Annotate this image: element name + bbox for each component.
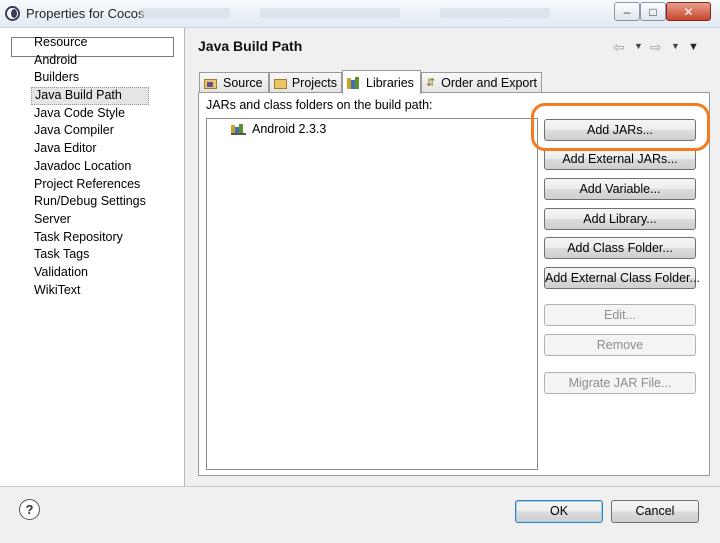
add-external-jars-button[interactable]: Add External JARs... <box>544 148 696 170</box>
library-tree[interactable]: Android 2.3.3 <box>206 118 538 470</box>
forward-arrow-icon[interactable]: ⇨ <box>650 39 662 56</box>
tab-libraries-label: Libraries <box>366 75 414 90</box>
back-arrow-icon[interactable]: ⇦ <box>613 39 625 56</box>
tree-item-android[interactable]: Android 2.3.3 <box>231 122 326 136</box>
nav-item-android[interactable]: Android <box>31 52 149 70</box>
help-icon[interactable]: ? <box>19 499 40 520</box>
ok-button[interactable]: OK <box>515 500 603 523</box>
nav-item-java-compiler[interactable]: Java Compiler <box>31 122 149 140</box>
minimize-button[interactable]: – <box>614 2 640 21</box>
tab-projects-label: Projects <box>291 76 337 90</box>
window-title: Properties for Cocos <box>26 6 145 21</box>
background-window-ghost <box>140 8 230 18</box>
add-jars-button[interactable]: Add JARs... <box>544 119 696 141</box>
nav-item-validation[interactable]: Validation <box>31 264 149 282</box>
nav-item-run-debug-settings[interactable]: Run/Debug Settings <box>31 193 149 211</box>
order-export-icon: ⇵ <box>426 77 436 89</box>
nav-item-java-editor[interactable]: Java Editor <box>31 140 149 158</box>
back-history-dropdown-icon[interactable]: ▼ <box>634 41 643 51</box>
nav-item-java-build-path[interactable]: Java Build Path <box>31 87 149 105</box>
nav-item-javadoc-location[interactable]: Javadoc Location <box>31 158 149 176</box>
minimize-icon: – <box>623 4 631 19</box>
tab-order-export-label: Order and Export <box>441 76 537 90</box>
project-folder-icon <box>274 77 287 89</box>
add-class-folder-button[interactable]: Add Class Folder... <box>544 237 696 259</box>
nav-item-java-code-style[interactable]: Java Code Style <box>31 105 149 123</box>
add-library-button[interactable]: Add Library... <box>544 208 696 230</box>
background-window-ghost <box>440 8 550 18</box>
nav-item-server[interactable]: Server <box>31 211 149 229</box>
library-icon <box>347 76 361 89</box>
close-button[interactable]: ✕ <box>666 2 711 21</box>
migrate-jar-button[interactable]: Migrate JAR File... <box>544 372 696 394</box>
tab-source[interactable]: Source <box>199 72 269 93</box>
maximize-button[interactable]: □ <box>640 2 666 21</box>
nav-item-project-references[interactable]: Project References <box>31 176 149 194</box>
tab-order-export[interactable]: ⇵ Order and Export <box>421 72 542 93</box>
view-menu-icon[interactable]: ▼ <box>688 41 699 53</box>
cancel-button[interactable]: Cancel <box>611 500 699 523</box>
library-icon <box>231 123 248 135</box>
title-bar: Properties for Cocos – □ ✕ <box>0 0 720 28</box>
nav-item-resource[interactable]: Resource <box>31 34 149 52</box>
tab-libraries[interactable]: Libraries <box>342 70 421 94</box>
build-path-label: JARs and class folders on the build path… <box>206 98 433 112</box>
tab-source-label: Source <box>223 76 263 90</box>
add-variable-button[interactable]: Add Variable... <box>544 178 696 200</box>
forward-history-dropdown-icon[interactable]: ▼ <box>671 41 680 51</box>
add-external-class-folder-button[interactable]: Add External Class Folder... <box>544 267 700 289</box>
background-window-ghost <box>260 8 400 18</box>
nav-item-wikitext[interactable]: WikiText <box>31 282 149 300</box>
bottom-divider <box>0 486 720 487</box>
eclipse-icon <box>5 6 20 21</box>
source-folder-icon <box>204 77 218 89</box>
edit-button[interactable]: Edit... <box>544 304 696 326</box>
page-title: Java Build Path <box>198 38 303 54</box>
close-icon: ✕ <box>683 4 694 19</box>
nav-item-task-repository[interactable]: Task Repository <box>31 229 149 247</box>
remove-button[interactable]: Remove <box>544 334 696 356</box>
tree-item-label: Android 2.3.3 <box>252 122 327 136</box>
tab-projects[interactable]: Projects <box>269 72 342 93</box>
nav-item-task-tags[interactable]: Task Tags <box>31 246 149 264</box>
nav-list: Resource Android Builders Java Build Pat… <box>31 34 149 299</box>
maximize-icon: □ <box>649 4 657 19</box>
nav-item-builders[interactable]: Builders <box>31 69 149 87</box>
